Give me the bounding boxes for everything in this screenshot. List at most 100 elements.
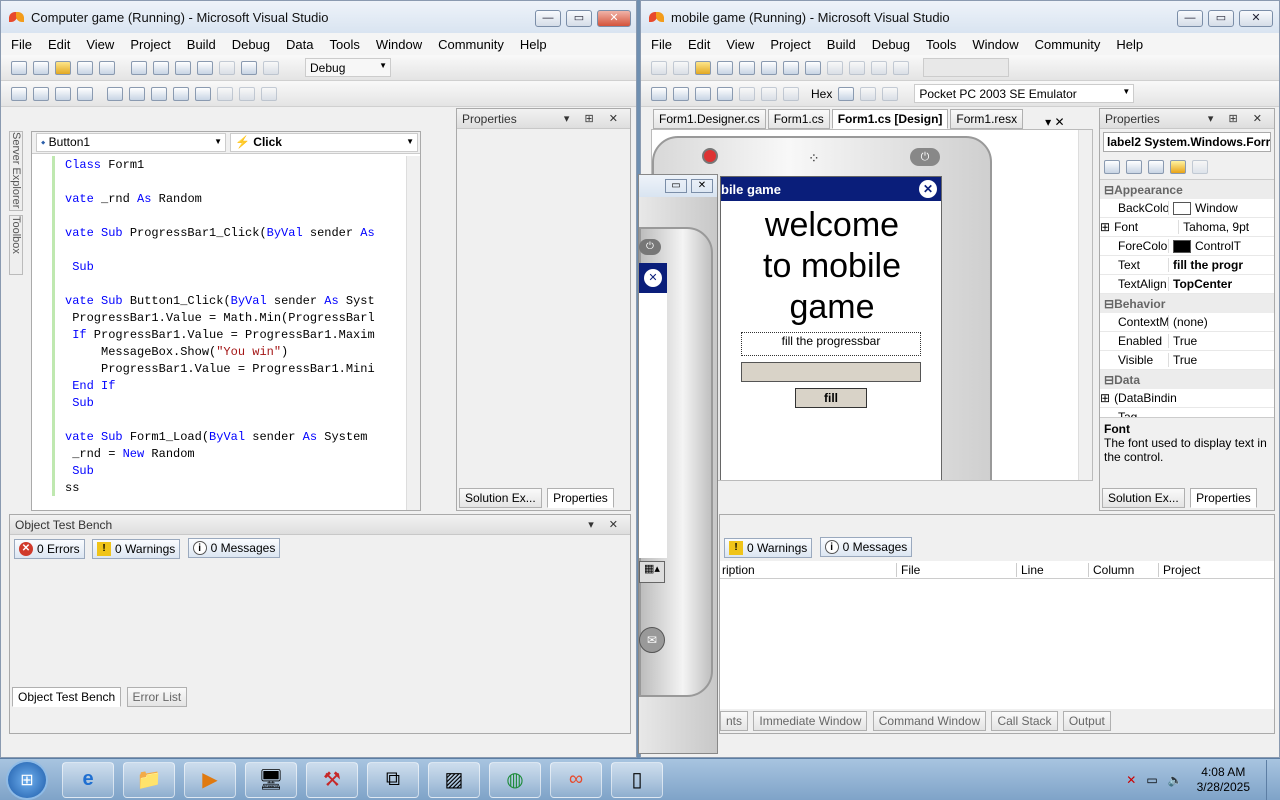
left-menu-debug[interactable]: Debug [232, 37, 270, 52]
code-line[interactable] [65, 412, 405, 429]
code-line[interactable]: _rnd = New Random [65, 446, 405, 463]
code-text[interactable]: Class Form1 vate _rnd As Random vate Sub P… [65, 157, 405, 497]
errors-filter-button[interactable]: ✕ 0 Errors [14, 539, 85, 559]
close-button[interactable]: ✕ [1239, 10, 1273, 27]
left-menu-project[interactable]: Project [130, 37, 170, 52]
property-row[interactable]: ⊞ (DataBindin [1100, 389, 1274, 408]
breakpoints-icon[interactable] [838, 86, 855, 101]
open-icon[interactable] [55, 60, 71, 75]
doc-tab-controls[interactable]: ▾ ✕ [1045, 115, 1064, 129]
code-line[interactable]: vate Sub Form1_Load(ByVal sender As Syst… [65, 429, 405, 446]
bench-controls[interactable]: ▾ ✕ [588, 518, 624, 531]
code-editor[interactable]: ⬩ Button1 ▼ ⚡ Click ▼ Class Form1 vate _r… [31, 131, 421, 511]
stop-icon[interactable] [695, 86, 711, 101]
col-file[interactable]: File [896, 562, 1016, 577]
expand-icon[interactable]: ⊞ [1100, 220, 1110, 234]
cut-icon[interactable] [761, 60, 777, 75]
redo-icon[interactable] [219, 60, 235, 75]
editor-scrollbar[interactable] [406, 156, 420, 510]
format-icon[interactable] [11, 86, 27, 101]
col-line[interactable]: Line [1016, 562, 1088, 577]
properties-tab[interactable]: Properties [1190, 488, 1257, 508]
toolbox-tab[interactable]: Toolbox [9, 215, 23, 275]
tab-form1-design[interactable]: Form1.cs [Design] [831, 109, 949, 129]
internet-explorer-icon[interactable]: e [62, 761, 114, 798]
pause-icon[interactable] [673, 86, 689, 101]
form-close-icon[interactable]: ✕ [919, 180, 937, 198]
undo-icon[interactable] [197, 60, 213, 75]
save-all-icon[interactable] [739, 60, 755, 75]
solution-explorer-tab[interactable]: Solution Ex... [1102, 488, 1185, 508]
bookmark-prev-icon[interactable] [217, 86, 233, 101]
col-project[interactable]: Project [1158, 562, 1200, 577]
keyboard-icon[interactable]: ▦▴ [639, 561, 665, 583]
globe-icon[interactable]: ◍ [489, 761, 541, 798]
collapse-icon[interactable]: ⊟ [1104, 297, 1114, 311]
start-button[interactable]: ⊞ [6, 759, 48, 800]
visual-studio-icon[interactable]: ∞ [550, 761, 602, 798]
add-item-icon[interactable] [33, 60, 49, 75]
code-line[interactable]: vate Sub Button1_Click(ByVal sender As S… [65, 293, 405, 310]
bookmark-next-icon[interactable] [239, 86, 255, 101]
event-combo[interactable]: ⚡ Click ▼ [230, 133, 418, 152]
right-menu-tools[interactable]: Tools [926, 37, 956, 52]
file-explorer-icon[interactable]: 📁 [123, 761, 175, 798]
col-column[interactable]: Column [1088, 562, 1158, 577]
computer-icon[interactable]: 🖥 [245, 761, 297, 798]
designer-scrollbar[interactable] [1078, 130, 1092, 480]
left-menu-data[interactable]: Data [286, 37, 313, 52]
right-menu-file[interactable]: File [651, 37, 672, 52]
code-line[interactable]: ProgressBar1.Value = Math.Min(ProgressBa… [65, 310, 405, 327]
save-icon[interactable] [77, 60, 93, 75]
redo-icon[interactable] [849, 60, 865, 75]
property-row[interactable]: Visible True [1100, 351, 1274, 370]
alphabetical-icon[interactable] [1126, 160, 1142, 174]
left-menu-tools[interactable]: Tools [329, 37, 359, 52]
config-dropdown[interactable]: Debug ▼ [305, 58, 391, 77]
code-line[interactable]: MessageBox.Show("You win") [65, 344, 405, 361]
toolbox-app-icon[interactable]: ⚒ [306, 761, 358, 798]
left-menu-community[interactable]: Community [438, 37, 504, 52]
code-line[interactable]: If ProgressBar1.Value = ProgressBar1.Max… [65, 327, 405, 344]
progressbar[interactable] [741, 362, 921, 382]
property-row[interactable]: ContextMer (none) [1100, 313, 1274, 332]
right-menu-debug[interactable]: Debug [872, 37, 910, 52]
mail-icon[interactable]: ✉ [639, 627, 665, 653]
step-over-icon[interactable] [761, 86, 777, 101]
tab-error-list[interactable]: Error List [126, 687, 188, 707]
property-value[interactable]: TopCenter [1168, 277, 1274, 291]
outdent-icon[interactable] [129, 86, 145, 101]
tab-form1-designer-cs[interactable]: Form1.Designer.cs [653, 109, 766, 129]
maximize-button[interactable]: ▭ [566, 10, 592, 27]
panel-controls[interactable]: ▾ ⊞ ✕ [1208, 112, 1268, 125]
pointer-icon[interactable] [55, 86, 71, 101]
code-line[interactable] [65, 276, 405, 293]
property-row[interactable]: Enabled True [1100, 332, 1274, 351]
property-row[interactable]: TextAlign TopCenter [1100, 275, 1274, 294]
right-menu-view[interactable]: View [726, 37, 754, 52]
properties-tab[interactable]: Properties [547, 488, 614, 508]
left-menu-edit[interactable]: Edit [48, 37, 70, 52]
tab-immediate-window[interactable]: Immediate Window [753, 711, 868, 731]
left-menu-view[interactable]: View [86, 37, 114, 52]
device-app-icon[interactable]: ▯ [611, 761, 663, 798]
minimize-button[interactable]: — [535, 10, 561, 27]
fill-button[interactable]: fill [795, 388, 867, 408]
properties-view-icon[interactable] [1148, 160, 1164, 174]
server-explorer-tab[interactable]: Server Explorer [9, 131, 23, 211]
panel-controls[interactable]: ▾ ⊞ ✕ [564, 112, 624, 125]
save-icon[interactable] [717, 60, 733, 75]
category-appearance[interactable]: ⊟ Appearance [1100, 180, 1274, 199]
code-line[interactable] [65, 208, 405, 225]
right-menu-build[interactable]: Build [827, 37, 856, 52]
left-menu-file[interactable]: File [11, 37, 32, 52]
messages-filter-button[interactable]: i0 Messages [819, 537, 913, 557]
new-project-icon[interactable] [11, 60, 27, 75]
hex-button[interactable]: Hex [811, 87, 832, 101]
maximize-button[interactable]: ▭ [1208, 10, 1234, 27]
right-menu-help[interactable]: Help [1116, 37, 1143, 52]
tab-object-test-bench[interactable]: Object Test Bench [12, 687, 122, 707]
warnings-filter-button[interactable]: ! 0 Warnings [92, 539, 181, 559]
navigate-icon[interactable] [241, 60, 257, 75]
property-row[interactable]: ⊞ Font Tahoma, 9pt [1100, 218, 1274, 237]
